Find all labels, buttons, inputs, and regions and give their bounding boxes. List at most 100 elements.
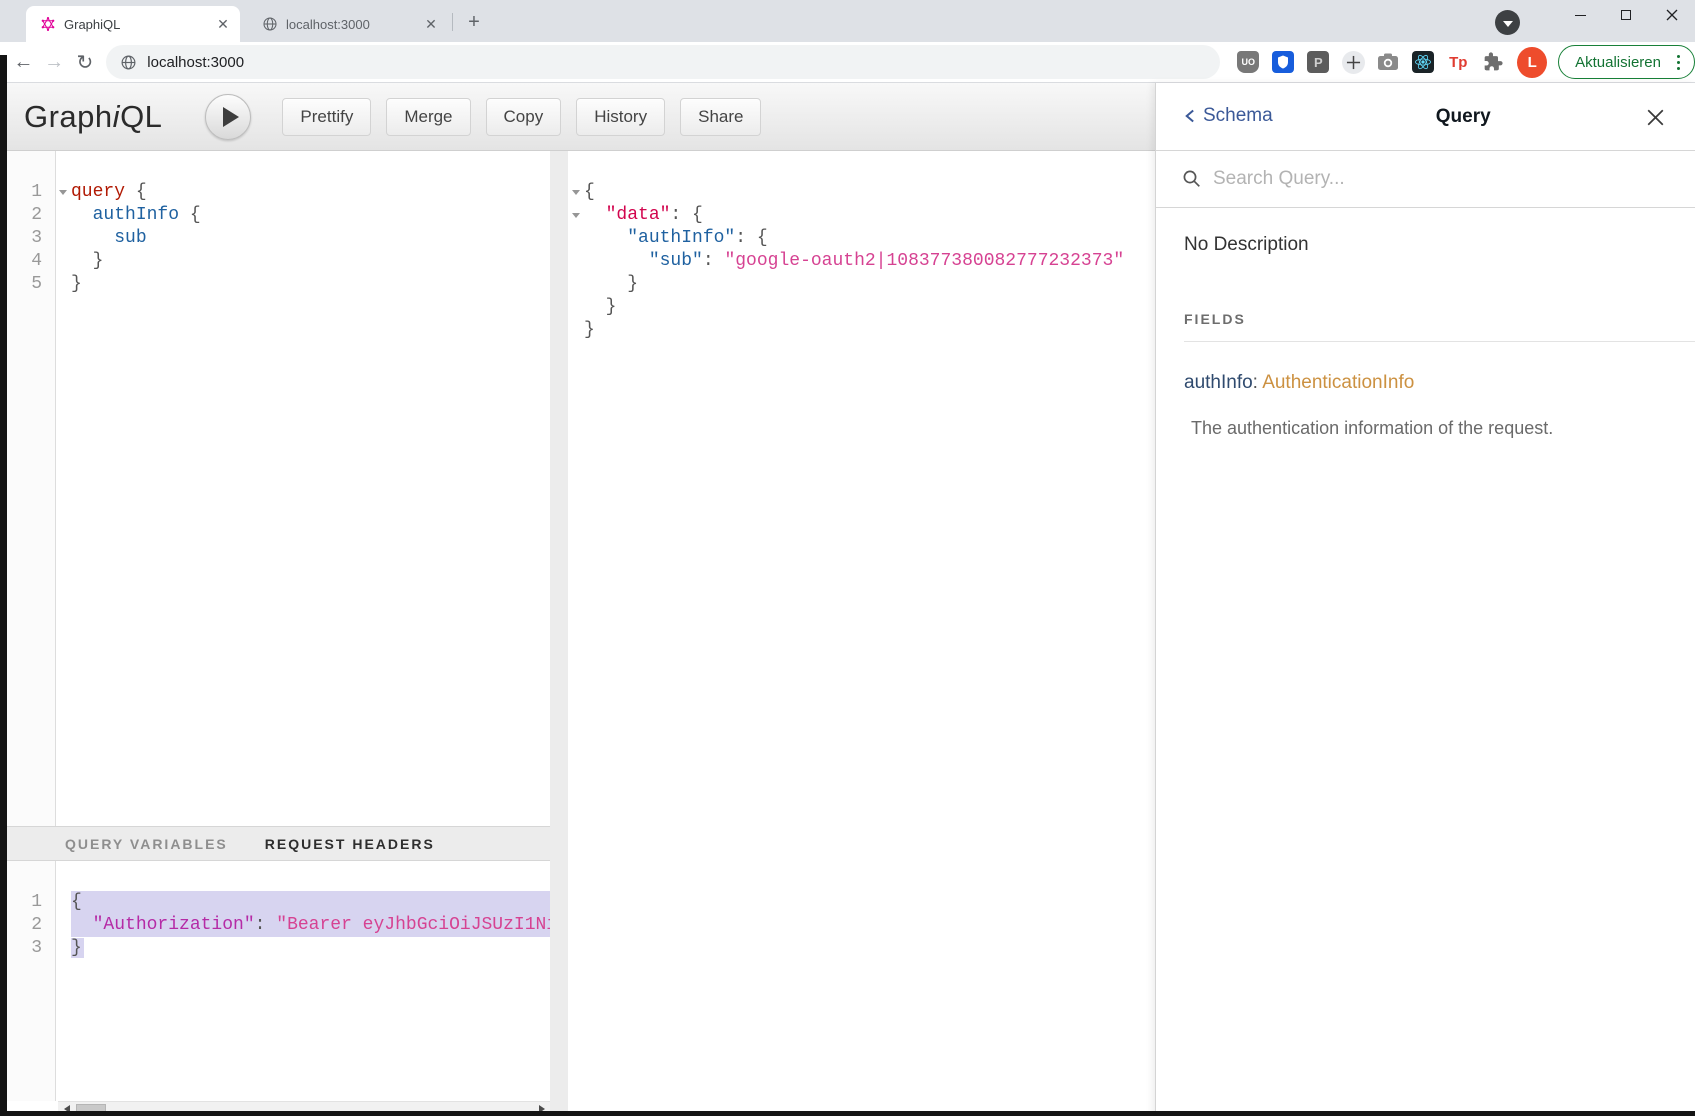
update-label: Aktualisieren xyxy=(1575,54,1661,71)
window-controls xyxy=(1557,0,1695,30)
tab-close-icon[interactable]: ✕ xyxy=(214,15,232,33)
request-headers-editor[interactable]: 1{2 "Authorization": "Bearer eyJhbGciOiJ… xyxy=(7,861,550,1101)
toolbar-button-prettify[interactable]: Prettify xyxy=(282,98,371,136)
line-number: 2 xyxy=(7,204,55,227)
doc-back-link[interactable]: Schema xyxy=(1184,105,1273,127)
graphql-logo-icon xyxy=(40,16,56,32)
react-devtools-extension-icon[interactable] xyxy=(1411,50,1435,74)
doc-divider xyxy=(1184,341,1695,342)
doc-search-input[interactable] xyxy=(1213,168,1653,190)
forward-icon[interactable]: → xyxy=(39,51,70,74)
hidden-downloads-button[interactable] xyxy=(1495,10,1520,35)
tab-title: localhost:3000 xyxy=(286,17,422,32)
browser-toolbar: ← → ↻ localhost:3000 UO P Tp L Aktualisier… xyxy=(0,42,1695,83)
code-line: } xyxy=(568,319,1155,342)
line-number: 4 xyxy=(7,250,55,273)
close-icon xyxy=(1647,109,1664,126)
doc-field-type-link[interactable]: AuthenticationInfo xyxy=(1262,372,1414,393)
doc-field-name-link[interactable]: authInfo xyxy=(1184,372,1253,393)
line-number: 3 xyxy=(7,937,55,960)
tab-graphiql[interactable]: GraphiQL ✕ xyxy=(26,6,240,42)
doc-back-label: Schema xyxy=(1203,105,1273,127)
tab-strip: GraphiQL ✕ localhost:3000 ✕ + xyxy=(0,0,1695,42)
profile-avatar[interactable]: L xyxy=(1517,47,1547,78)
doc-fields-heading: FIELDS xyxy=(1184,311,1695,327)
line-number: 1 xyxy=(7,181,55,204)
doc-search-row xyxy=(1156,151,1695,208)
code-line: 2 authInfo { xyxy=(7,204,550,227)
result-pane: { "data": { "authInfo": { "sub": "google… xyxy=(568,151,1155,1116)
extensions-puzzle-extension-icon[interactable] xyxy=(1481,50,1505,74)
tab-localhost[interactable]: localhost:3000 ✕ xyxy=(248,6,448,42)
code-line: 1query { xyxy=(7,181,550,204)
ublock-extension-icon[interactable]: UO xyxy=(1236,50,1260,74)
pane-divider[interactable] xyxy=(550,151,568,1116)
caret-down-icon xyxy=(1503,21,1513,27)
code-line: { xyxy=(568,181,1155,204)
tab-title: GraphiQL xyxy=(64,17,214,32)
tampermonkey-extension-icon[interactable]: Tp xyxy=(1446,50,1470,74)
execute-query-button[interactable] xyxy=(205,94,251,140)
reload-icon[interactable]: ↻ xyxy=(70,50,101,75)
fold-arrow-icon[interactable] xyxy=(59,190,67,195)
extensions-row: UO P Tp xyxy=(1236,50,1505,74)
doc-explorer-panel: Schema Query No Description FIELDS authI… xyxy=(1155,83,1695,1116)
code-line: 3 sub xyxy=(7,227,550,250)
fold-arrow-icon[interactable] xyxy=(572,213,580,218)
minimize-button[interactable] xyxy=(1557,0,1603,30)
code-line: "authInfo": { xyxy=(568,227,1155,250)
line-number: 2 xyxy=(7,914,55,937)
code-line: 1{ xyxy=(7,891,550,914)
window-edge-bottom xyxy=(0,1111,1695,1116)
code-line: "sub": "google-oauth2|108377380082777232… xyxy=(568,250,1155,273)
toolbar-buttons: Prettify Merge Copy History Share xyxy=(282,98,761,136)
maximize-button[interactable] xyxy=(1603,0,1649,30)
new-tab-button[interactable]: + xyxy=(460,8,488,36)
doc-explorer-titlebar: Schema Query xyxy=(1156,83,1695,151)
screenshot-extension-icon[interactable] xyxy=(1376,50,1400,74)
doc-field-description: The authentication information of the re… xyxy=(1191,418,1695,439)
chevron-left-icon xyxy=(1184,108,1195,124)
code-line: "data": { xyxy=(568,204,1155,227)
url-text: localhost:3000 xyxy=(147,54,244,71)
code-line: 5} xyxy=(7,273,550,296)
address-bar[interactable]: localhost:3000 xyxy=(106,45,1220,79)
toolbar-button-copy[interactable]: Copy xyxy=(486,98,562,136)
tab-query-variables[interactable]: QUERY VARIABLES xyxy=(65,836,228,852)
update-button[interactable]: Aktualisieren xyxy=(1558,45,1695,79)
toolbar-button-history[interactable]: History xyxy=(576,98,665,136)
tab-separator xyxy=(452,13,453,31)
code-line: } xyxy=(568,273,1155,296)
code-line: 3} xyxy=(7,937,550,960)
menu-kebab-icon[interactable] xyxy=(1673,53,1684,72)
globe-icon xyxy=(120,54,137,71)
search-icon xyxy=(1182,169,1202,189)
doc-no-description: No Description xyxy=(1184,234,1695,256)
code-line: 2 "Authorization": "Bearer eyJhbGciOiJSU… xyxy=(7,914,550,937)
graphiql-logo: GraphiQL xyxy=(24,99,162,135)
code-line: } xyxy=(568,296,1155,319)
picker-extension-icon[interactable] xyxy=(1341,50,1365,74)
tab-request-headers[interactable]: REQUEST HEADERS xyxy=(265,836,435,852)
globe-icon xyxy=(262,16,278,32)
doc-close-button[interactable] xyxy=(1645,107,1665,127)
tab-close-icon[interactable]: ✕ xyxy=(422,15,440,33)
bitwarden-extension-icon[interactable] xyxy=(1271,50,1295,74)
fold-arrow-icon[interactable] xyxy=(572,190,580,195)
play-icon xyxy=(223,107,239,127)
window-edge-left xyxy=(0,55,7,1116)
line-number: 1 xyxy=(7,891,55,914)
toolbar-button-merge[interactable]: Merge xyxy=(386,98,470,136)
line-number: 3 xyxy=(7,227,55,250)
p-badge-extension-icon[interactable]: P xyxy=(1306,50,1330,74)
line-number: 5 xyxy=(7,273,55,296)
graphiql-topbar: GraphiQL Prettify Merge Copy History Share xyxy=(7,83,1155,151)
secondary-editor-tabs: QUERY VARIABLES REQUEST HEADERS xyxy=(7,826,550,861)
back-icon[interactable]: ← xyxy=(8,51,39,74)
graphiql-app: GraphiQL Prettify Merge Copy History Share 1… xyxy=(0,83,1695,1116)
toolbar-button-share[interactable]: Share xyxy=(680,98,761,136)
close-button[interactable] xyxy=(1649,0,1695,30)
doc-field-row: authInfo: AuthenticationInfo xyxy=(1184,372,1695,394)
query-editor[interactable]: 1query {2 authInfo {3 sub4 }5} xyxy=(7,151,550,826)
doc-explorer-title: Query xyxy=(1436,106,1491,128)
